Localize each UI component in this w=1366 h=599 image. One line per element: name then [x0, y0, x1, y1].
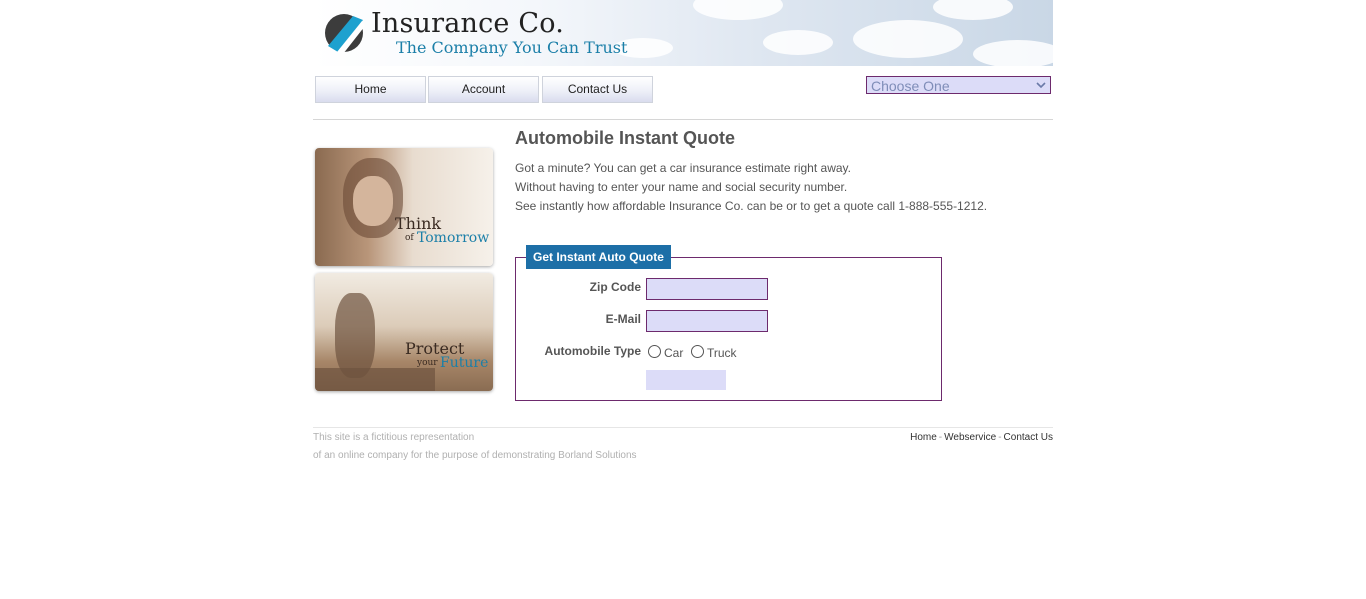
zip-code-label: Zip Code [589, 280, 641, 294]
footer-disclaimer-line-2: of an online company for the purpose of … [313, 450, 637, 461]
radio-truck-label: Truck [707, 346, 737, 360]
nav-contact-button[interactable]: Contact Us [542, 76, 653, 103]
intro-line-1: Got a minute? You can get a car insuranc… [515, 161, 851, 175]
choose-one-dropdown[interactable]: Choose One [866, 76, 1051, 94]
footer-link-webservice[interactable]: Webservice [944, 432, 996, 443]
footer-link-home[interactable]: Home [910, 432, 937, 443]
zip-code-input[interactable] [646, 278, 768, 300]
promo-image-protect-future: Protect your Future [315, 273, 493, 391]
radio-car[interactable] [648, 345, 661, 358]
footer-link-contact[interactable]: Contact Us [1004, 432, 1053, 443]
page-title: Automobile Instant Quote [515, 128, 735, 148]
brand-tagline: The Company You Can Trust [396, 38, 628, 57]
nav-account-button[interactable]: Account [428, 76, 539, 103]
radio-truck[interactable] [691, 345, 704, 358]
brand-name: Insurance Co. [371, 8, 564, 39]
footer-links: Home - Webservice - Contact Us [910, 432, 1053, 443]
email-label: E-Mail [605, 312, 641, 326]
intro-line-2: Without having to enter your name and so… [515, 180, 848, 194]
header-banner: Insurance Co. The Company You Can Trust [313, 0, 1053, 66]
intro-line-3: See instantly how affordable Insurance C… [515, 199, 988, 213]
footer-divider [313, 427, 1053, 428]
header-divider [313, 119, 1053, 120]
footer-disclaimer-line-1: This site is a fictitious representation [313, 432, 475, 443]
submit-quote-button[interactable] [646, 370, 726, 390]
promo-text-tomorrow: Tomorrow [417, 230, 490, 246]
quote-form-legend: Get Instant Auto Quote [526, 245, 671, 269]
promo-text-of: of [405, 233, 414, 243]
automobile-type-label: Automobile Type [544, 344, 641, 358]
logo-icon [325, 14, 365, 54]
dropdown-value: Choose One [871, 78, 950, 94]
promo-text-future: Future [440, 355, 489, 371]
promo-image-think-tomorrow: Think of Tomorrow [315, 148, 493, 266]
chevron-down-icon [1036, 82, 1046, 89]
radio-car-label: Car [664, 346, 684, 360]
promo-text-your: your [417, 358, 438, 368]
email-input[interactable] [646, 310, 768, 332]
nav-home-button[interactable]: Home [315, 76, 426, 103]
